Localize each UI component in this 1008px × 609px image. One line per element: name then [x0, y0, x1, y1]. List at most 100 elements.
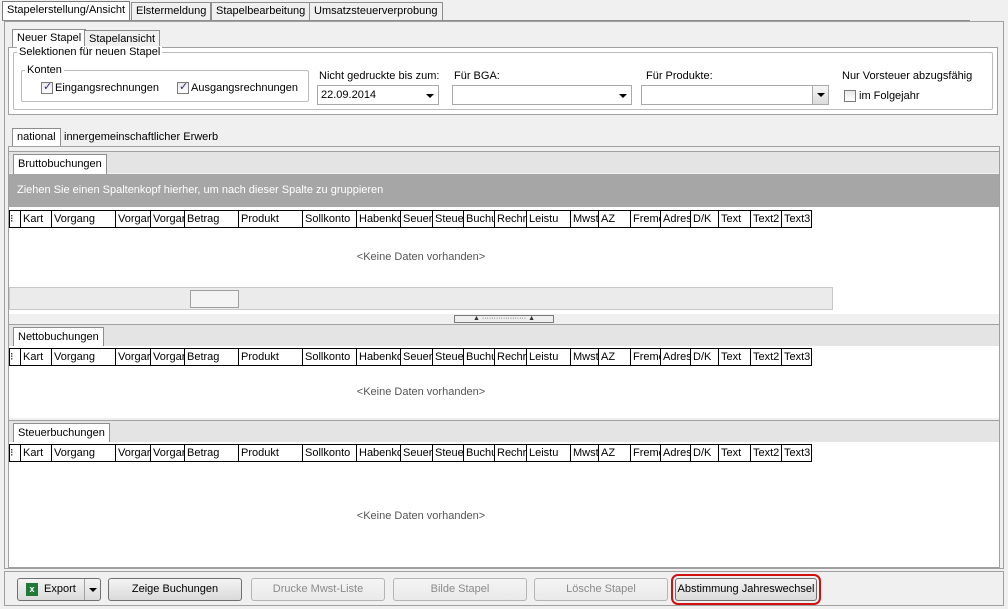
- column-header[interactable]: Seuerts: [401, 210, 433, 228]
- column-header[interactable]: Buchu: [464, 348, 495, 366]
- row-selector-icon[interactable]: ⁝: [9, 348, 21, 366]
- column-header[interactable]: Vorgang: [52, 210, 116, 228]
- bga-combobox[interactable]: [452, 85, 632, 105]
- ausgangsrechnungen-label: Ausgangsrechnungen: [191, 82, 299, 94]
- produkte-combobox[interactable]: [641, 85, 829, 105]
- column-header[interactable]: Sollkonto: [303, 210, 357, 228]
- date-value: 22.09.2014: [321, 89, 377, 101]
- column-header[interactable]: AZ: [599, 444, 631, 462]
- splitter-handle[interactable]: ▲ ··················· ▲: [454, 315, 554, 323]
- zeige-buchungen-button[interactable]: Zeige Buchungen: [108, 578, 242, 601]
- column-header[interactable]: AZ: [599, 348, 631, 366]
- konten-label: Konten: [25, 64, 64, 76]
- column-header[interactable]: Fremc: [631, 210, 661, 228]
- column-header[interactable]: Vorgar: [116, 348, 151, 366]
- column-header[interactable]: Rechr: [495, 444, 527, 462]
- row-selector-icon[interactable]: ⁝: [9, 444, 21, 462]
- group-by-area[interactable]: Ziehen Sie einen Spaltenkopf hierher, um…: [9, 174, 999, 207]
- column-header[interactable]: Habenkon: [357, 444, 401, 462]
- tab-steuerbuchungen[interactable]: Steuerbuchungen: [13, 423, 110, 443]
- column-header[interactable]: Text3: [782, 444, 812, 462]
- chevron-down-icon[interactable]: [84, 579, 100, 600]
- column-header[interactable]: Vorgar: [116, 444, 151, 462]
- column-header[interactable]: Sollkonto: [303, 348, 357, 366]
- column-header[interactable]: Produkt: [239, 444, 303, 462]
- column-header[interactable]: Vorgar: [151, 444, 185, 462]
- tab-stapelerstellung[interactable]: Stapelerstellung/Ansicht: [2, 1, 131, 21]
- column-header[interactable]: Vorgar: [151, 348, 185, 366]
- tab-umsatzsteuerverprobung[interactable]: Umsatzsteuerverprobung: [309, 2, 443, 21]
- column-header[interactable]: Vorgar: [116, 210, 151, 228]
- column-header[interactable]: Steue: [433, 210, 464, 228]
- column-header[interactable]: Text3: [782, 210, 812, 228]
- column-header[interactable]: Steue: [433, 444, 464, 462]
- column-header[interactable]: Buchu: [464, 210, 495, 228]
- chevron-down-icon[interactable]: [812, 86, 828, 104]
- column-header[interactable]: Fremc: [631, 444, 661, 462]
- column-header[interactable]: Leistu: [527, 444, 571, 462]
- column-header[interactable]: Produkt: [239, 210, 303, 228]
- column-header[interactable]: Leistu: [527, 210, 571, 228]
- column-header[interactable]: Text2: [751, 348, 782, 366]
- column-header[interactable]: Text2: [751, 444, 782, 462]
- drucke-mwst-liste-button[interactable]: Drucke Mwst-Liste: [251, 578, 385, 601]
- column-header[interactable]: Kart: [21, 444, 52, 462]
- bilde-stapel-button[interactable]: Bilde Stapel: [393, 578, 527, 601]
- loesche-stapel-button[interactable]: Lösche Stapel: [534, 578, 668, 601]
- column-header[interactable]: Vorgar: [151, 210, 185, 228]
- tab-bruttobuchungen[interactable]: Bruttobuchungen: [13, 154, 107, 174]
- column-header[interactable]: Fremc: [631, 348, 661, 366]
- tab-innergemeinschaftlicher-erwerb[interactable]: innergemeinschaftlicher Erwerb: [64, 131, 218, 143]
- column-header[interactable]: Betrag: [185, 210, 239, 228]
- column-header[interactable]: Vorgang: [52, 348, 116, 366]
- column-header[interactable]: Buchu: [464, 444, 495, 462]
- column-header[interactable]: Kart: [21, 210, 52, 228]
- column-header[interactable]: Text: [719, 348, 751, 366]
- vorsteuer-label: Nur Vorsteuer abzugsfähig: [842, 70, 973, 82]
- tab-national[interactable]: national: [12, 128, 61, 147]
- column-header[interactable]: Adres: [661, 444, 691, 462]
- column-header[interactable]: Adres: [661, 210, 691, 228]
- column-header[interactable]: Betrag: [185, 348, 239, 366]
- column-header[interactable]: Rechr: [495, 210, 527, 228]
- column-header[interactable]: Rechr: [495, 348, 527, 366]
- column-header[interactable]: D/K: [691, 210, 719, 228]
- folgejahr-label: im Folgejahr: [859, 90, 920, 102]
- tab-stapelbearbeitung[interactable]: Stapelbearbeitung: [211, 2, 311, 21]
- tab-elstermeldung[interactable]: Elstermeldung: [131, 2, 212, 21]
- tab-nettobuchungen[interactable]: Nettobuchungen: [13, 327, 104, 347]
- column-header[interactable]: Text2: [751, 210, 782, 228]
- column-header[interactable]: Mwstdat: [571, 348, 599, 366]
- column-header[interactable]: Seuerts: [401, 348, 433, 366]
- column-header[interactable]: Seuerts: [401, 444, 433, 462]
- column-header[interactable]: Text: [719, 444, 751, 462]
- column-header[interactable]: Text3: [782, 348, 812, 366]
- row-selector-icon[interactable]: ⁝: [9, 210, 21, 228]
- netto-section-bar: Nettobuchungen: [9, 324, 999, 347]
- column-header[interactable]: Adres: [661, 348, 691, 366]
- date-combobox[interactable]: 22.09.2014: [317, 85, 439, 105]
- brutto-header-row: ⁝ Kart Vorgang Vorgar Vorgar Betrag Produkt Sol…: [9, 210, 812, 228]
- column-header[interactable]: D/K: [691, 444, 719, 462]
- column-header[interactable]: Kart: [21, 348, 52, 366]
- column-header[interactable]: AZ: [599, 210, 631, 228]
- column-header[interactable]: Produkt: [239, 348, 303, 366]
- folgejahr-checkbox[interactable]: [844, 90, 856, 102]
- column-header[interactable]: Mwstdat: [571, 210, 599, 228]
- column-header[interactable]: Text: [719, 210, 751, 228]
- column-header[interactable]: Leistu: [527, 348, 571, 366]
- eingangsrechnungen-checkbox[interactable]: [41, 80, 53, 94]
- column-header[interactable]: Habenkon: [357, 348, 401, 366]
- abstimmung-jahreswechsel-button[interactable]: Abstimmung Jahreswechsel: [671, 574, 821, 605]
- column-header[interactable]: Habenkon: [357, 210, 401, 228]
- column-header[interactable]: Mwstdat: [571, 444, 599, 462]
- column-header[interactable]: Steue: [433, 348, 464, 366]
- column-header[interactable]: D/K: [691, 348, 719, 366]
- column-header[interactable]: Vorgang: [52, 444, 116, 462]
- column-header[interactable]: Sollkonto: [303, 444, 357, 462]
- ausgangsrechnungen-checkbox[interactable]: [177, 80, 189, 94]
- export-button[interactable]: x Export: [17, 578, 101, 601]
- column-header[interactable]: Betrag: [185, 444, 239, 462]
- brutto-no-data: <Keine Daten vorhanden>: [356, 251, 486, 263]
- eingangsrechnungen-label: Eingangsrechnungen: [55, 82, 159, 94]
